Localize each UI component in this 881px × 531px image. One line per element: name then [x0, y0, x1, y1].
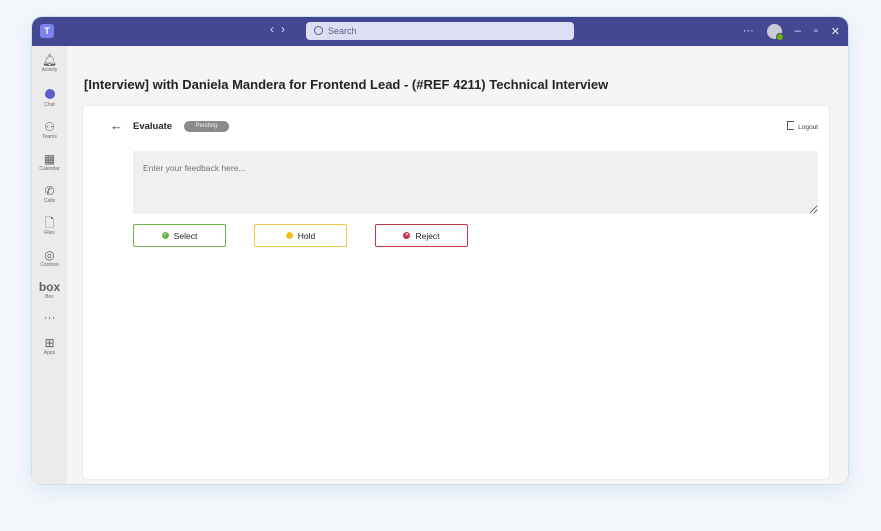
reject-label: Reject [415, 230, 440, 241]
title-bar: T ‹› Search ··· – ▫ ✕ [32, 17, 848, 46]
window-controls: ··· – ▫ ✕ [743, 21, 840, 41]
reject-button[interactable]: ✕ Reject [375, 224, 468, 247]
evaluate-card: ← Evaluate Pending Logout ✓ Select Hold … [83, 106, 829, 479]
teams-icon: ⚇ [44, 120, 55, 134]
search-input[interactable]: Search [306, 22, 574, 40]
rail-item-apps[interactable]: ⊞ Apps [32, 336, 67, 357]
rail-item-label: Files [44, 230, 55, 236]
rail-item-label: Calls [43, 198, 56, 204]
contoso-icon: ◎ [44, 248, 55, 262]
rail-item-calls[interactable]: ✆ Calls [32, 184, 67, 205]
rail-item-files[interactable]: 🗋︎ Files [32, 216, 67, 237]
chat-icon [44, 89, 55, 99]
rail-item-label: Teams [42, 134, 57, 140]
more-icon: ··· [43, 310, 56, 324]
minimize-icon[interactable]: – [795, 25, 801, 37]
rail-item-more[interactable]: ··· [32, 310, 67, 324]
close-icon[interactable]: ✕ [831, 25, 840, 38]
rail-item-box[interactable]: box Box [32, 280, 67, 301]
rail-item-label: Box [45, 294, 54, 300]
calendar-icon: ▦ [43, 152, 56, 166]
box-icon: box [38, 280, 61, 294]
rail-item-chat[interactable]: Chat [32, 87, 67, 109]
page-title: [Interview] with Daniela Mandera for Fro… [84, 77, 609, 92]
rail-item-teams[interactable]: ⚇ Teams [32, 120, 67, 141]
rail-item-label: Activity [41, 67, 58, 73]
feedback-input[interactable] [133, 151, 818, 214]
hold-circle-icon [285, 232, 293, 239]
rail-item-contoso[interactable]: ◎ Contoso [32, 248, 67, 269]
main-content: [Interview] with Daniela Mandera for Fro… [67, 46, 848, 484]
hold-label: Hold [297, 230, 316, 241]
teams-logo-icon: T [40, 24, 54, 38]
rail-item-label: Apps [43, 350, 56, 356]
file-icon: 🗋︎ [44, 216, 55, 230]
x-circle-icon: ✕ [403, 232, 411, 239]
history-nav: ‹› [270, 22, 292, 36]
evaluate-heading: Evaluate [133, 121, 173, 132]
select-button[interactable]: ✓ Select [133, 224, 226, 247]
bell-icon: 🔔︎ [41, 53, 58, 67]
hold-button[interactable]: Hold [254, 224, 347, 247]
select-label: Select [173, 230, 198, 241]
rail-item-label: Chat [44, 102, 55, 108]
back-arrow-icon[interactable]: ← [110, 118, 123, 133]
rail-item-label: Contoso [40, 262, 59, 268]
avatar[interactable] [766, 23, 784, 41]
logout-icon [787, 121, 795, 130]
status-badge: Pending [184, 121, 229, 132]
app-rail: 🔔︎ Activity Chat ⚇ Teams ▦ Calendar ✆ Ca… [32, 46, 67, 484]
apps-icon: ⊞ [44, 336, 55, 350]
logout-button[interactable]: Logout [787, 121, 818, 131]
logout-label: Logout [798, 124, 818, 131]
back-nav-icon[interactable]: ‹ [270, 22, 281, 36]
teams-window: T ‹› Search ··· – ▫ ✕ 🔔︎ Activity Chat ⚇… [32, 17, 848, 484]
rail-item-label: Calendar [39, 166, 60, 172]
maximize-icon[interactable]: ▫ [814, 25, 818, 37]
check-circle-icon: ✓ [161, 232, 169, 239]
rail-item-activity[interactable]: 🔔︎ Activity [32, 53, 67, 74]
rail-item-calendar[interactable]: ▦ Calendar [32, 152, 67, 173]
more-options-icon[interactable]: ··· [743, 25, 754, 37]
forward-nav-icon[interactable]: › [281, 22, 292, 36]
search-placeholder: Search [328, 26, 357, 36]
phone-icon: ✆ [44, 184, 55, 198]
search-icon [314, 26, 323, 35]
